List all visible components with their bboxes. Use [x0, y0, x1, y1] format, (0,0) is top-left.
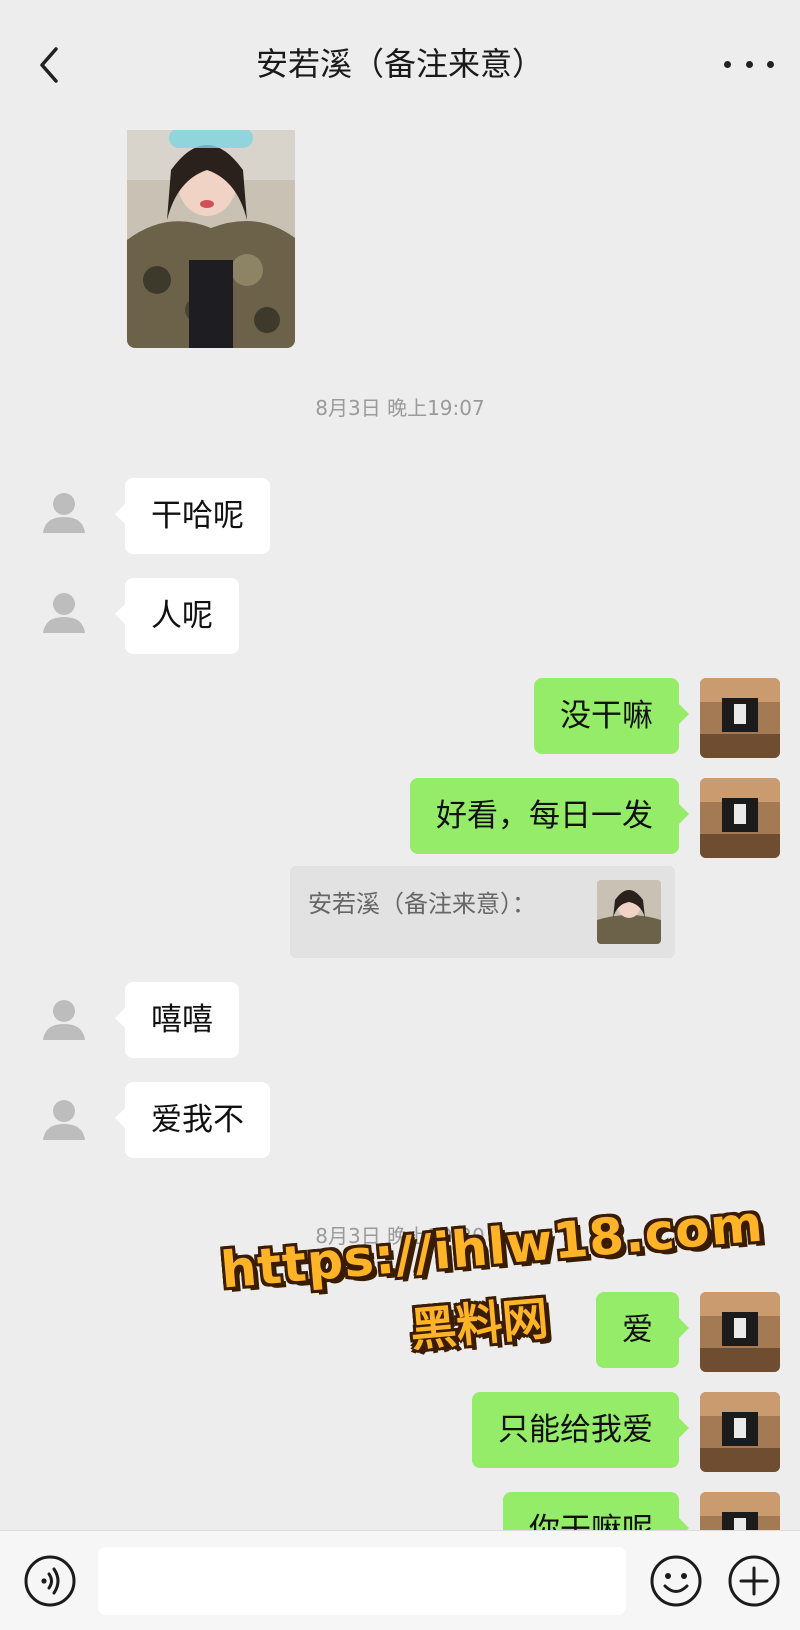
incoming-message[interactable]: 嘻嘻	[115, 982, 239, 1058]
contact-avatar[interactable]	[30, 1085, 98, 1153]
voice-icon	[24, 1555, 76, 1607]
chat-header: 安若溪（备注来意）	[0, 0, 800, 130]
my-avatar[interactable]	[700, 1492, 780, 1530]
quoted-reply-text: 安若溪（备注来意）：	[308, 890, 536, 918]
contact-avatar[interactable]	[30, 578, 98, 646]
timestamp: 8月3日 晚上19:20	[315, 1224, 485, 1248]
my-avatar[interactable]	[700, 678, 780, 758]
thumbnail-image	[597, 880, 661, 944]
person-icon	[43, 593, 85, 633]
more-dots-icon	[767, 60, 774, 68]
more-functions-button[interactable]	[726, 1553, 782, 1609]
person-icon	[43, 493, 85, 533]
quoted-photo-thumbnail[interactable]	[597, 880, 661, 944]
avatar-image	[700, 778, 780, 858]
my-avatar[interactable]	[700, 1392, 780, 1472]
outgoing-message[interactable]: 爱	[596, 1292, 689, 1368]
emoji-icon	[650, 1555, 702, 1607]
photo-message[interactable]	[127, 110, 295, 348]
incoming-message[interactable]: 爱我不	[115, 1082, 270, 1158]
voice-button[interactable]	[22, 1553, 78, 1609]
more-button[interactable]	[724, 44, 774, 84]
chevron-left-icon	[40, 47, 58, 83]
back-button[interactable]	[30, 45, 70, 85]
more-dots-icon	[745, 60, 753, 68]
chat-area[interactable]: 8月3日 晚上19:07 干哈呢 人呢 没干嘛 好看，每日一发 安若溪（备注来意…	[0, 0, 800, 1530]
plus-icon	[728, 1555, 780, 1607]
message-input[interactable]	[98, 1547, 626, 1615]
incoming-message[interactable]: 人呢	[115, 578, 239, 654]
my-avatar[interactable]	[700, 778, 780, 858]
avatar-image	[700, 1392, 780, 1472]
avatar-image	[700, 678, 780, 758]
person-icon	[43, 1000, 85, 1040]
photo-image	[127, 110, 295, 348]
incoming-message[interactable]: 干哈呢	[115, 478, 270, 554]
avatar-image	[700, 1292, 780, 1372]
outgoing-message[interactable]: 好看，每日一发	[410, 778, 689, 854]
quoted-reply[interactable]: 安若溪（备注来意）：	[290, 866, 675, 958]
timestamp: 8月3日 晚上19:07	[315, 396, 485, 420]
outgoing-message[interactable]: 只能给我爱	[472, 1392, 689, 1468]
person-icon	[43, 1100, 85, 1140]
my-avatar[interactable]	[700, 1292, 780, 1372]
contact-avatar[interactable]	[30, 478, 98, 546]
avatar-image	[700, 1492, 780, 1530]
chat-title: 安若溪（备注来意）	[255, 45, 544, 83]
more-dots-icon	[724, 60, 731, 68]
contact-avatar[interactable]	[30, 985, 98, 1053]
emoji-button[interactable]	[648, 1553, 704, 1609]
watermark-site-name: 黑料网	[408, 1291, 551, 1357]
outgoing-message[interactable]: 没干嘛	[534, 678, 689, 754]
outgoing-message[interactable]: 你干嘛呢	[503, 1492, 689, 1530]
input-bar	[0, 1530, 800, 1630]
